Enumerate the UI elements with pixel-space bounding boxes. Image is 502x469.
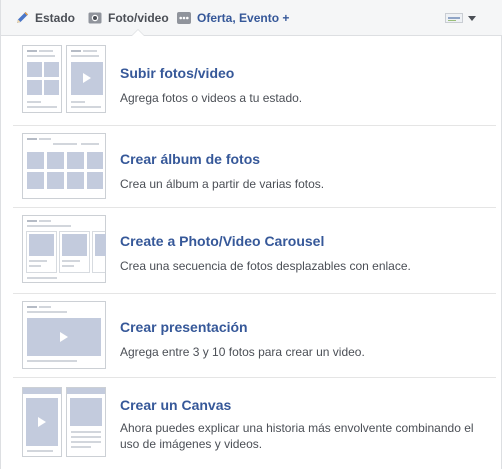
audience-selector-icon [445,13,463,23]
tab-oferta-evento[interactable]: Oferta, Evento + [176,0,289,36]
option-description: Crea una secuencia de fotos desplazables… [120,259,411,273]
chevron-down-icon [468,15,476,21]
carousel-icon [22,215,106,283]
option-create-slideshow[interactable]: Crear presentación Agrega entre 3 y 10 f… [13,294,496,378]
option-photo-video-carousel[interactable]: Create a Photo/Video Carousel Crea una s… [13,208,496,294]
pencil-icon [17,12,28,23]
tab-estado-label: Estado [35,11,76,25]
camera-icon [88,12,102,24]
upload-video-icon [66,45,106,113]
option-title: Subir fotos/video [120,65,235,81]
album-grid-icon [22,133,106,199]
option-create-canvas[interactable]: Crear un Canvas Ahora puedes explicar un… [13,378,496,469]
tab-foto-video[interactable]: Foto/video [87,0,169,36]
tab-foto-video-label: Foto/video [108,11,169,25]
option-description: Ahora puedes explicar una historia más e… [120,421,474,451]
tab-oferta-evento-label: Oferta, Evento + [197,11,290,25]
active-tab-pointer [132,30,144,36]
more-dots-icon [177,12,191,24]
tab-estado[interactable]: Estado [14,0,75,36]
option-description: Crea un álbum a partir de varias fotos. [120,177,325,191]
composer-panel: Estado Foto/video Oferta, Evento + Subir… [0,0,502,469]
slideshow-icon [22,301,106,369]
option-description: Agrega fotos o videos a tu estado. [120,91,303,105]
option-description: Agrega entre 3 y 10 fotos para crear un … [120,345,365,359]
option-upload-photos-video[interactable]: Subir fotos/video Agrega fotos o videos … [13,37,496,126]
canvas-article-icon [66,387,106,457]
option-title: Create a Photo/Video Carousel [120,233,325,249]
option-create-album[interactable]: Crear álbum de fotos Crea un álbum a par… [13,126,496,208]
composer-tab-bar: Estado Foto/video Oferta, Evento + [1,0,502,36]
audience-selector[interactable] [445,11,476,25]
upload-photo-grid-icon [22,45,62,113]
canvas-video-icon [22,387,62,457]
option-title: Crear un Canvas [120,397,232,413]
option-title: Crear presentación [120,319,248,335]
option-title: Crear álbum de fotos [120,151,261,167]
